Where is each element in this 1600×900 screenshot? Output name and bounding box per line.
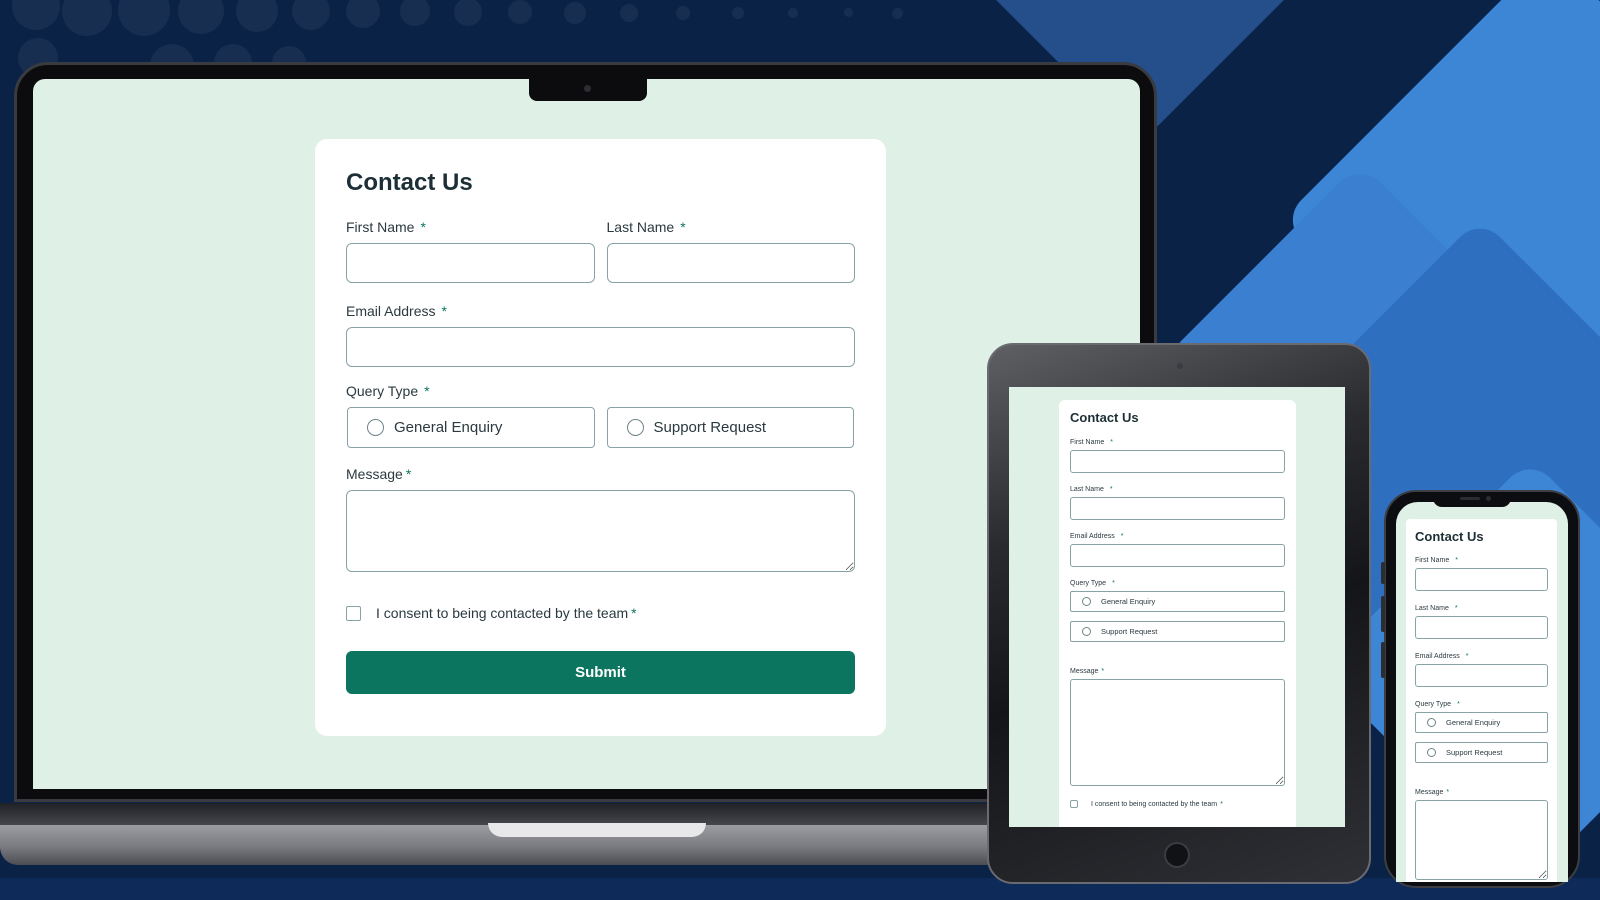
required-mark: * bbox=[405, 466, 412, 482]
email-label: Email Address * bbox=[346, 303, 447, 319]
radio-circle-icon bbox=[1082, 597, 1091, 606]
required-mark: * bbox=[1457, 701, 1460, 708]
first-name-field[interactable] bbox=[1070, 450, 1285, 473]
form-title: Contact Us bbox=[346, 169, 473, 196]
radio-circle-icon bbox=[1082, 627, 1091, 636]
email-label: Email Address * bbox=[1415, 653, 1469, 660]
form-title: Contact Us bbox=[1070, 410, 1139, 425]
consent-row: I consent to being contacted by the team… bbox=[1070, 800, 1285, 808]
last-name-field[interactable] bbox=[1070, 497, 1285, 520]
required-mark: * bbox=[1110, 439, 1113, 446]
required-mark: * bbox=[1109, 486, 1113, 493]
required-mark: * bbox=[424, 383, 430, 399]
radio-support-request[interactable]: Support Request bbox=[1070, 621, 1285, 642]
radio-circle-icon bbox=[626, 419, 644, 436]
consent-label: I consent to being contacted by the team bbox=[1091, 800, 1218, 808]
radio-support-request[interactable]: Support Request bbox=[606, 407, 854, 448]
first-name-field[interactable] bbox=[346, 243, 595, 283]
query-type-label: Query Type * bbox=[346, 383, 430, 399]
radio-support-request[interactable]: Support Request bbox=[1415, 742, 1548, 763]
message-label: Message * bbox=[1070, 668, 1105, 675]
tablet-device: Contact Us First Name * Last Name * Email … bbox=[987, 343, 1371, 884]
required-mark: * bbox=[1454, 605, 1458, 612]
email-field[interactable] bbox=[346, 327, 855, 367]
tablet-screen: Contact Us First Name * Last Name * Email … bbox=[1009, 387, 1345, 827]
email-field[interactable] bbox=[1070, 544, 1285, 567]
required-mark: * bbox=[1220, 800, 1223, 808]
last-name-label: Last Name * bbox=[606, 219, 686, 235]
radio-label: General Enquiry bbox=[1101, 597, 1156, 606]
radio-label: Support Request bbox=[1446, 748, 1503, 757]
last-name-field[interactable] bbox=[1415, 616, 1548, 639]
speaker-icon bbox=[1460, 497, 1480, 500]
radio-label: Support Request bbox=[653, 419, 767, 436]
form-title: Contact Us bbox=[1415, 529, 1484, 544]
message-field[interactable] bbox=[346, 490, 855, 572]
camera-icon bbox=[584, 85, 591, 92]
phone-screen: Contact Us First Name * Last Name * Email … bbox=[1396, 502, 1568, 882]
required-mark: * bbox=[1112, 580, 1115, 587]
radio-general-enquiry[interactable]: General Enquiry bbox=[1415, 712, 1548, 733]
required-mark: * bbox=[1455, 557, 1458, 564]
query-type-label: Query Type * bbox=[1070, 580, 1115, 587]
required-mark: * bbox=[1465, 653, 1469, 660]
required-mark: * bbox=[420, 219, 426, 235]
first-name-label: First Name * bbox=[1415, 557, 1458, 564]
first-name-label: First Name * bbox=[346, 219, 426, 235]
laptop-screen: Contact Us First Name * Last Name * Email … bbox=[33, 79, 1140, 789]
home-button[interactable] bbox=[1164, 842, 1190, 868]
phone-device: Contact Us First Name * Last Name * Email … bbox=[1381, 490, 1580, 888]
laptop-groove bbox=[488, 823, 706, 837]
required-mark: * bbox=[441, 303, 447, 319]
radio-label: Support Request bbox=[1101, 627, 1158, 636]
first-name-label: First Name * bbox=[1070, 439, 1113, 446]
email-label: Email Address * bbox=[1070, 533, 1124, 540]
message-field[interactable] bbox=[1070, 679, 1285, 786]
submit-button[interactable]: Submit bbox=[346, 651, 855, 694]
message-label: Message * bbox=[346, 466, 412, 482]
camera-icon bbox=[1177, 363, 1183, 369]
camera-icon bbox=[1486, 496, 1491, 501]
contact-form-card: Contact Us First Name * Last Name * Email … bbox=[1406, 519, 1557, 882]
last-name-label: Last Name * bbox=[1070, 486, 1113, 493]
consent-checkbox[interactable] bbox=[1070, 800, 1078, 808]
required-mark: * bbox=[1101, 668, 1105, 675]
phone-notch bbox=[1433, 492, 1511, 507]
consent-row: I consent to being contacted by the team… bbox=[346, 605, 855, 621]
laptop-device: Contact Us First Name * Last Name * Email … bbox=[14, 62, 1157, 802]
radio-circle-icon bbox=[1427, 748, 1436, 757]
radio-label: General Enquiry bbox=[394, 419, 503, 436]
radio-circle-icon bbox=[1427, 718, 1436, 727]
required-mark: * bbox=[631, 605, 637, 621]
contact-form-card: Contact Us First Name * Last Name * Email … bbox=[315, 139, 886, 736]
message-field[interactable] bbox=[1415, 800, 1548, 880]
phone-side-button bbox=[1381, 642, 1385, 678]
consent-checkbox[interactable] bbox=[346, 605, 361, 621]
radio-general-enquiry[interactable]: General Enquiry bbox=[1070, 591, 1285, 612]
phone-side-button bbox=[1381, 562, 1385, 584]
phone-side-button bbox=[1381, 596, 1385, 632]
radio-circle-icon bbox=[367, 419, 384, 436]
last-name-label: Last Name * bbox=[1415, 605, 1458, 612]
radio-general-enquiry[interactable]: General Enquiry bbox=[347, 407, 595, 448]
consent-label: I consent to being contacted by the team bbox=[376, 605, 629, 621]
required-mark: * bbox=[1120, 533, 1124, 540]
radio-label: General Enquiry bbox=[1446, 718, 1501, 727]
query-type-label: Query Type * bbox=[1415, 701, 1460, 708]
laptop-notch bbox=[529, 79, 647, 101]
required-mark: * bbox=[680, 219, 686, 235]
contact-form-card: Contact Us First Name * Last Name * Email … bbox=[1059, 400, 1296, 827]
required-mark: * bbox=[1446, 789, 1450, 796]
last-name-field[interactable] bbox=[606, 243, 855, 283]
message-label: Message * bbox=[1415, 789, 1450, 796]
email-field[interactable] bbox=[1415, 664, 1548, 687]
first-name-field[interactable] bbox=[1415, 568, 1548, 591]
